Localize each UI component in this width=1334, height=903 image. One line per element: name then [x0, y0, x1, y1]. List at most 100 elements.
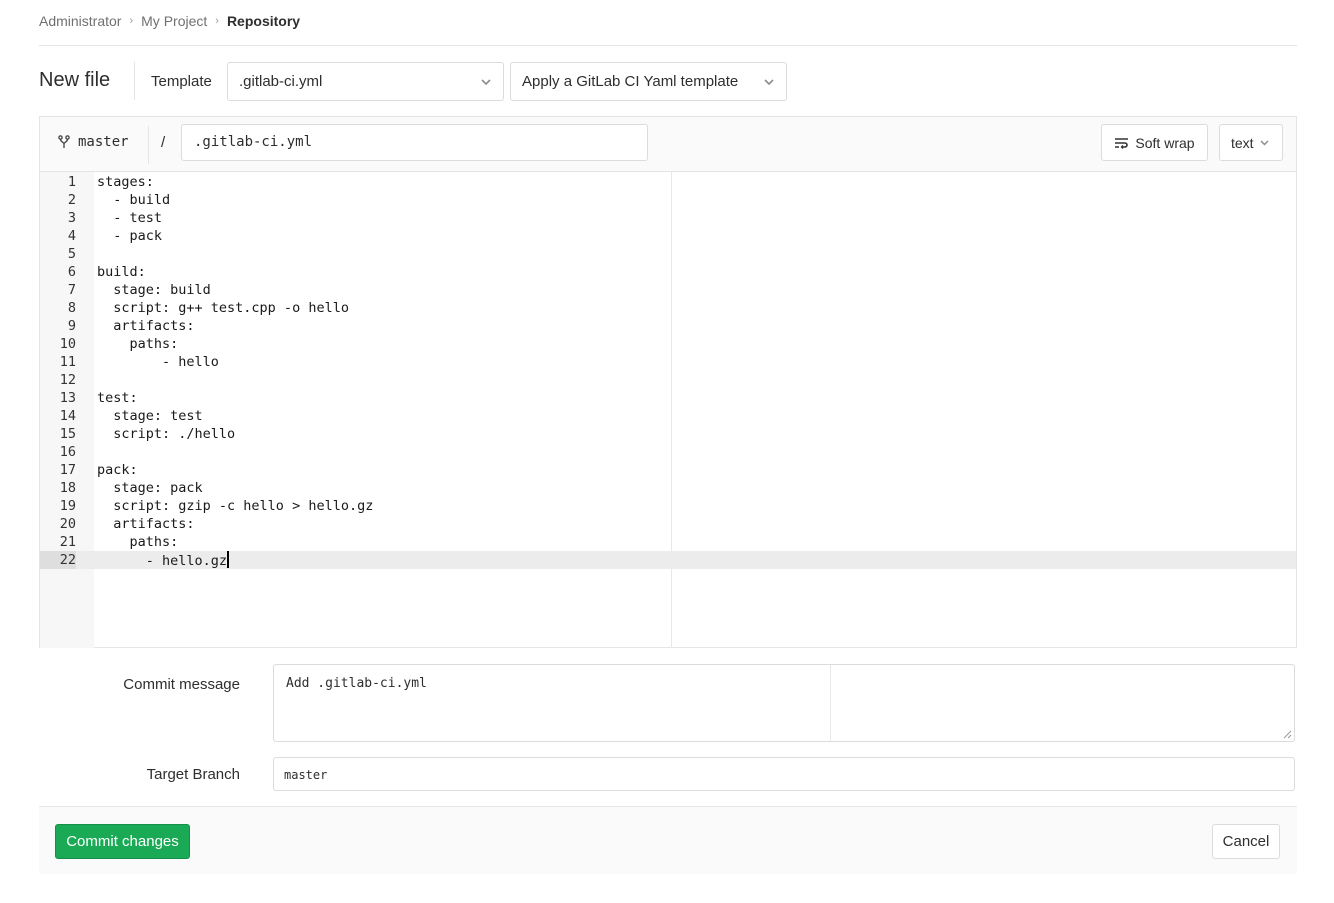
code-line[interactable]: 16	[40, 443, 1296, 461]
form-actions: Commit changes Cancel	[39, 806, 1297, 874]
code-line-text: stage: pack	[97, 480, 203, 496]
template-type-dropdown[interactable]: .gitlab-ci.yml	[227, 62, 504, 101]
code-line-text: - hello	[97, 354, 219, 370]
code-line-text: script: ./hello	[97, 426, 236, 442]
breadcrumb-administrator[interactable]: Administrator	[39, 13, 121, 29]
line-number: 18	[59, 480, 76, 496]
soft-wrap-label: Soft wrap	[1135, 134, 1195, 151]
code-line[interactable]: 14 stage: test	[40, 407, 1296, 425]
chevron-down-icon	[481, 79, 491, 86]
code-line-text: script: g++ test.cpp -o hello	[97, 300, 349, 316]
code-area[interactable]: 1 stages: 2 - build 3 - test 4 - pack 5 6 build…	[40, 173, 1296, 569]
template-type-value: .gitlab-ci.yml	[239, 73, 323, 90]
commit-message-label: Commit message	[123, 676, 240, 693]
file-name-input[interactable]: .gitlab-ci.yml	[181, 124, 648, 161]
soft-wrap-button[interactable]: Soft wrap	[1101, 124, 1208, 161]
cancel-button[interactable]: Cancel	[1212, 824, 1280, 859]
line-number: 16	[59, 444, 76, 460]
commit-message-textarea[interactable]: Add .gitlab-ci.yml	[273, 664, 1295, 742]
line-number: 22	[40, 551, 76, 569]
line-number: 11	[59, 354, 76, 370]
code-line-text: build:	[97, 264, 146, 280]
line-number: 13	[59, 390, 76, 406]
code-line[interactable]: 15 script: ./hello	[40, 425, 1296, 443]
code-line[interactable]: 1 stages:	[40, 173, 1296, 191]
chevron-right-icon: ›	[129, 15, 134, 27]
code-line[interactable]: 20 artifacts:	[40, 515, 1296, 533]
line-number: 19	[59, 498, 76, 514]
breadcrumb-my-project[interactable]: My Project	[141, 13, 207, 29]
code-line-text: paths:	[97, 534, 179, 550]
code-line-text: pack:	[97, 462, 138, 478]
code-line-text: stages:	[97, 174, 154, 190]
branch-name: master	[78, 134, 129, 150]
resize-grip-icon[interactable]	[1282, 729, 1292, 739]
soft-wrap-icon	[1115, 137, 1129, 149]
code-line-text: paths:	[97, 336, 179, 352]
editor-mode-label: text	[1231, 134, 1254, 151]
code-line[interactable]: 6 build:	[40, 263, 1296, 281]
code-line-text: artifacts:	[97, 318, 195, 334]
code-line[interactable]: 2 - build	[40, 191, 1296, 209]
line-number: 9	[67, 318, 76, 334]
branch-icon	[58, 135, 70, 148]
textarea-ruler	[830, 665, 831, 741]
header-divider-vertical	[148, 126, 149, 164]
line-number: 8	[67, 300, 76, 316]
code-line[interactable]: 7 stage: build	[40, 281, 1296, 299]
code-line-text: - pack	[97, 228, 163, 244]
line-number: 17	[59, 462, 76, 478]
line-number: 15	[59, 426, 76, 442]
code-line-text: stage: test	[97, 408, 203, 424]
breadcrumb: Administrator › My Project › Repository	[39, 12, 300, 30]
chevron-down-icon	[1260, 140, 1269, 146]
line-number: 7	[67, 282, 76, 298]
template-label: Template	[151, 73, 212, 90]
line-number: 3	[67, 210, 76, 226]
line-number: 21	[59, 534, 76, 550]
commit-changes-button[interactable]: Commit changes	[55, 824, 190, 859]
breadcrumb-repository[interactable]: Repository	[227, 13, 300, 29]
path-separator: /	[161, 134, 166, 151]
code-line[interactable]: 21 paths:	[40, 533, 1296, 551]
line-number: 20	[59, 516, 76, 532]
branch-indicator: master	[58, 134, 129, 150]
code-line[interactable]: 5	[40, 245, 1296, 263]
text-cursor	[227, 551, 230, 568]
yaml-template-dropdown[interactable]: Apply a GitLab CI Yaml template	[510, 62, 787, 101]
code-line-text: - build	[97, 192, 171, 208]
editor-mode-dropdown[interactable]: text	[1219, 124, 1283, 161]
line-number: 1	[67, 174, 76, 190]
commit-message-value: Add .gitlab-ci.yml	[286, 676, 427, 691]
code-line[interactable]: 4 - pack	[40, 227, 1296, 245]
code-line[interactable]: 12	[40, 371, 1296, 389]
code-line[interactable]: 9 artifacts:	[40, 317, 1296, 335]
chevron-right-icon: ›	[215, 15, 219, 27]
code-line-text: stage: build	[97, 282, 211, 298]
code-line-text: script: gzip -c hello > hello.gz	[97, 498, 374, 514]
code-line-text: - test	[97, 210, 163, 226]
code-line[interactable]: 22 - hello.gz	[40, 551, 1296, 569]
header-divider	[39, 45, 1297, 46]
line-number: 6	[67, 264, 76, 280]
code-line[interactable]: 19 script: gzip -c hello > hello.gz	[40, 497, 1296, 515]
line-number: 10	[59, 336, 76, 352]
code-line[interactable]: 3 - test	[40, 209, 1296, 227]
line-number: 4	[67, 228, 76, 244]
target-branch-input[interactable]: master	[273, 757, 1295, 791]
code-line[interactable]: 17 pack:	[40, 461, 1296, 479]
chevron-down-icon	[764, 79, 774, 86]
code-line[interactable]: 10 paths:	[40, 335, 1296, 353]
editor-header: master / .gitlab-ci.yml Soft wrap text	[40, 117, 1296, 172]
code-line[interactable]: 18 stage: pack	[40, 479, 1296, 497]
code-line-text: test:	[97, 390, 138, 406]
line-number: 5	[67, 246, 76, 262]
code-line[interactable]: 8 script: g++ test.cpp -o hello	[40, 299, 1296, 317]
code-line[interactable]: 11 - hello	[40, 353, 1296, 371]
line-number: 12	[59, 372, 76, 388]
code-line[interactable]: 13 test:	[40, 389, 1296, 407]
yaml-template-value: Apply a GitLab CI Yaml template	[522, 73, 739, 90]
title-divider	[134, 62, 135, 100]
target-branch-label: Target Branch	[146, 766, 240, 783]
code-line-text: - hello.gz	[97, 551, 230, 569]
